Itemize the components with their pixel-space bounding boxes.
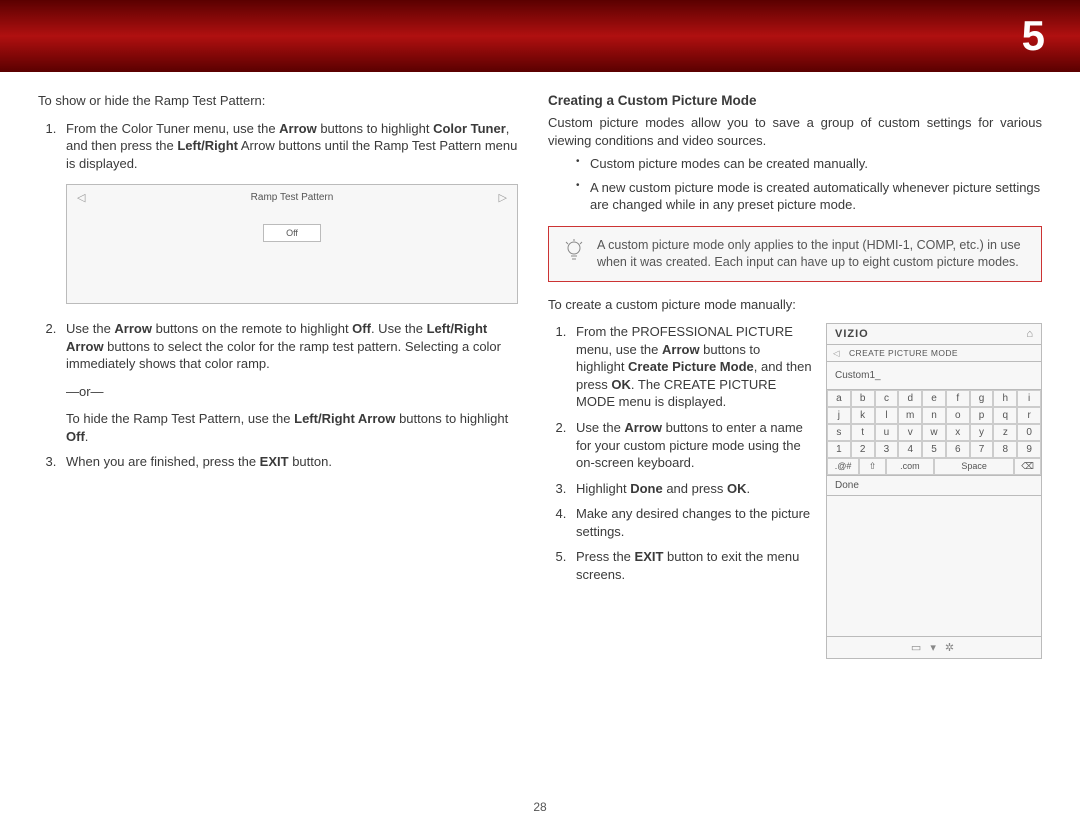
key-e: e <box>922 390 946 407</box>
osd-footer-icons: ▭ ▾ ✲ <box>827 636 1041 658</box>
key-d: d <box>898 390 922 407</box>
key-Space: Space <box>934 458 1014 475</box>
key-p: p <box>970 407 994 424</box>
osd-keyboard: abcdefghi jklmnopqr stuvwxyz0 123456789 <box>827 390 1041 458</box>
left-step-1: From the Color Tuner menu, use the Arrow… <box>60 120 518 305</box>
right-step-1: From the PROFESSIONAL PICTURE menu, use … <box>570 323 812 411</box>
key-3: 3 <box>875 441 899 458</box>
key-w: w <box>922 424 946 441</box>
key-a: a <box>827 390 851 407</box>
chapter-header: 5 <box>0 0 1080 72</box>
key-5: 5 <box>922 441 946 458</box>
key-g: g <box>970 390 994 407</box>
osd-name-input: Custom1_ <box>827 362 1041 390</box>
home-icon: ⌂ <box>1026 328 1033 340</box>
right-intro: Custom picture modes allow you to save a… <box>548 114 1042 149</box>
key-h: h <box>993 390 1017 407</box>
key-l: l <box>875 407 899 424</box>
key-1: 1 <box>827 441 851 458</box>
key-9: 9 <box>1017 441 1041 458</box>
key-v: v <box>898 424 922 441</box>
chapter-number: 5 <box>1022 12 1045 60</box>
key-n: n <box>922 407 946 424</box>
hint-text: A custom picture mode only applies to th… <box>597 237 1027 271</box>
lightbulb-icon <box>563 237 585 265</box>
right-step-4: Make any desired changes to the picture … <box>570 505 812 540</box>
osd-breadcrumb: ◁ CREATE PICTURE MODE <box>827 344 1041 362</box>
osd-done-button: Done <box>827 475 1041 496</box>
key-7: 7 <box>970 441 994 458</box>
key-0: 0 <box>1017 424 1041 441</box>
left-step-3: When you are finished, press the EXIT bu… <box>60 453 518 471</box>
key-⌫: ⌫ <box>1014 458 1041 475</box>
key-c: c <box>875 390 899 407</box>
left-step-2: Use the Arrow buttons on the remote to h… <box>60 320 518 445</box>
key-s: s <box>827 424 851 441</box>
key-b: b <box>851 390 875 407</box>
osd-logo: VIZIO <box>835 328 869 340</box>
key-m: m <box>898 407 922 424</box>
bullet-1: Custom picture modes can be created manu… <box>576 155 1042 173</box>
or-separator: —or— <box>66 383 518 401</box>
key-o: o <box>946 407 970 424</box>
right-steps: From the PROFESSIONAL PICTURE menu, use … <box>548 323 812 583</box>
right-heading: Creating a Custom Picture Mode <box>548 92 1042 110</box>
key-f: f <box>946 390 970 407</box>
right-intro2: To create a custom picture mode manually… <box>548 296 1042 314</box>
ramp-test-pattern-box: ◁ Ramp Test Pattern ▷ Off <box>66 184 518 304</box>
key-j: j <box>827 407 851 424</box>
hint-box: A custom picture mode only applies to th… <box>548 226 1042 282</box>
ramp-off-value: Off <box>263 224 321 242</box>
left-column: To show or hide the Ramp Test Pattern: F… <box>38 92 518 659</box>
key-4: 4 <box>898 441 922 458</box>
right-bullets: Custom picture modes can be created manu… <box>548 155 1042 214</box>
left-intro: To show or hide the Ramp Test Pattern: <box>38 92 518 110</box>
key-8: 8 <box>993 441 1017 458</box>
key-.@#: .@# <box>827 458 859 475</box>
key-y: y <box>970 424 994 441</box>
osd-panel: VIZIO ⌂ ◁ CREATE PICTURE MODE Custom1_ a… <box>826 323 1042 659</box>
right-step-2: Use the Arrow buttons to enter a name fo… <box>570 419 812 472</box>
key-t: t <box>851 424 875 441</box>
left-steps: From the Color Tuner menu, use the Arrow… <box>38 120 518 471</box>
key-r: r <box>1017 407 1041 424</box>
page-number: 28 <box>0 800 1080 814</box>
osd-blank-area <box>827 496 1041 636</box>
left-step-2-alt: To hide the Ramp Test Pattern, use the L… <box>66 410 518 445</box>
right-step-3: Highlight Done and press OK. <box>570 480 812 498</box>
key-.com: .com <box>886 458 934 475</box>
ramp-right-arrow-icon: ▷ <box>499 191 507 206</box>
key-q: q <box>993 407 1017 424</box>
ramp-left-arrow-icon: ◁ <box>77 191 85 206</box>
key-i: i <box>1017 390 1041 407</box>
ramp-title: Ramp Test Pattern <box>67 185 517 211</box>
bullet-2: A new custom picture mode is created aut… <box>576 179 1042 214</box>
key-⇧: ⇧ <box>859 458 886 475</box>
key-z: z <box>993 424 1017 441</box>
osd-keyboard-bottom: .@#⇧.comSpace⌫ <box>827 458 1041 475</box>
back-arrow-icon: ◁ <box>833 348 840 359</box>
key-2: 2 <box>851 441 875 458</box>
right-step-5: Press the EXIT button to exit the menu s… <box>570 548 812 583</box>
key-x: x <box>946 424 970 441</box>
page-body: To show or hide the Ramp Test Pattern: F… <box>0 72 1080 659</box>
key-6: 6 <box>946 441 970 458</box>
key-u: u <box>875 424 899 441</box>
right-column: Creating a Custom Picture Mode Custom pi… <box>548 92 1042 659</box>
key-k: k <box>851 407 875 424</box>
